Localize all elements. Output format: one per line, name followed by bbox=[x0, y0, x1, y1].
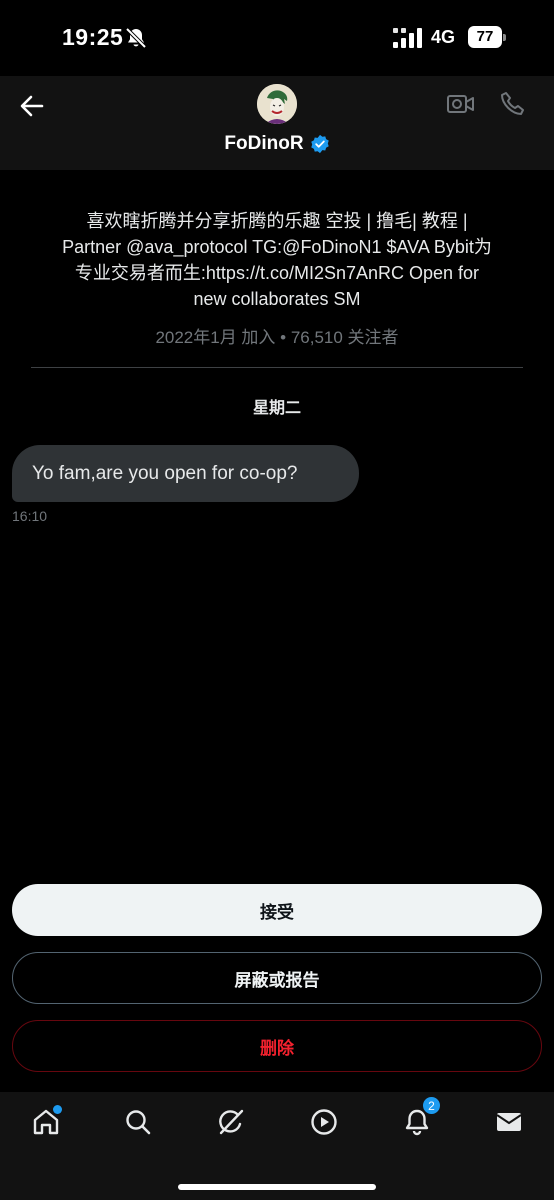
status-time: 19:25 bbox=[62, 24, 124, 50]
battery-level: 77 bbox=[468, 26, 502, 48]
divider bbox=[31, 367, 523, 368]
phone-icon[interactable] bbox=[499, 90, 527, 118]
block-or-report-label: 屏蔽或报告 bbox=[234, 970, 320, 990]
back-button[interactable] bbox=[14, 88, 50, 124]
tab-search[interactable] bbox=[120, 1104, 156, 1140]
accept-button[interactable]: 接受 bbox=[12, 884, 542, 936]
message-text: Yo fam,are you open for co-op? bbox=[32, 462, 298, 484]
accept-button-label: 接受 bbox=[260, 902, 294, 922]
tab-notifications[interactable]: 2 bbox=[399, 1096, 441, 1140]
bell-muted-icon bbox=[125, 27, 147, 49]
grok-icon bbox=[219, 1109, 244, 1135]
tab-messages[interactable] bbox=[491, 1104, 527, 1140]
day-separator: 星期二 bbox=[252, 400, 301, 417]
battery-indicator: 77 bbox=[468, 26, 506, 48]
dm-request-screen: 19:25 4G 77 FoDinoR 喜欢瞎折腾并分享折腾的乐趣 空投 | 撸… bbox=[0, 0, 554, 1200]
avatar-image bbox=[257, 84, 297, 124]
display-name[interactable]: FoDinoR bbox=[224, 133, 303, 155]
network-type: 4G bbox=[431, 27, 456, 47]
profile-joined-followers: 2022年1月 加入 • 76,510 关注者 bbox=[155, 328, 399, 347]
block-or-report-button[interactable]: 屏蔽或报告 bbox=[12, 952, 542, 1004]
home-indicator[interactable] bbox=[178, 1184, 376, 1190]
avatar[interactable] bbox=[257, 84, 297, 124]
back-arrow-icon bbox=[20, 95, 44, 117]
notifications-count-badge: 2 bbox=[422, 1096, 441, 1115]
video-call-icon[interactable] bbox=[446, 91, 476, 117]
tab-home[interactable] bbox=[28, 1104, 64, 1140]
search-icon bbox=[126, 1110, 151, 1135]
verified-badge-icon bbox=[310, 134, 329, 154]
profile-bio: 喜欢瞎折腾并分享折腾的乐趣 空投 | 撸毛| 教程 | Partner @ava… bbox=[62, 211, 492, 309]
message-bubble[interactable]: Yo fam,are you open for co-op? bbox=[12, 445, 359, 502]
status-bar: 19:25 4G 77 bbox=[0, 0, 554, 76]
delete-button-label: 删除 bbox=[260, 1038, 294, 1058]
tab-grok[interactable] bbox=[213, 1104, 249, 1140]
home-new-dot bbox=[53, 1105, 62, 1114]
battery-tip bbox=[503, 34, 506, 41]
name-row: FoDinoR bbox=[0, 133, 554, 155]
signal-icon bbox=[393, 28, 422, 48]
conversation-header: FoDinoR bbox=[0, 76, 554, 170]
delete-button[interactable]: 删除 bbox=[12, 1020, 542, 1072]
video-icon bbox=[311, 1109, 337, 1135]
tab-video[interactable] bbox=[306, 1104, 342, 1140]
messages-icon bbox=[496, 1113, 522, 1131]
message-time: 16:10 bbox=[12, 508, 48, 524]
